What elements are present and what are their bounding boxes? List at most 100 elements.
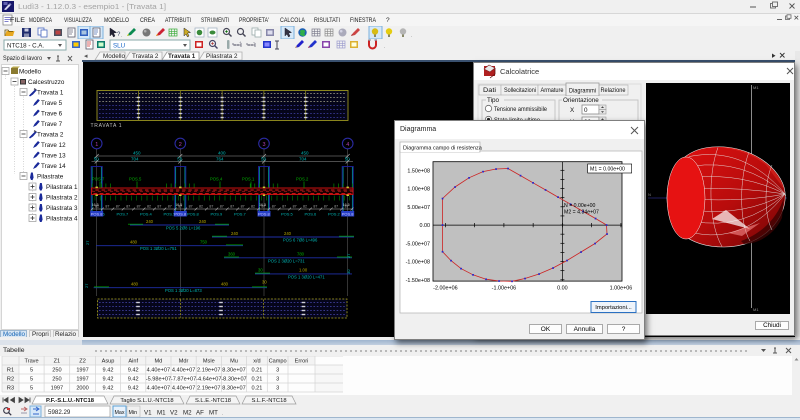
svg-text:5: 5 [30,386,33,392]
svg-text:S.L.E.-NTC18: S.L.E.-NTC18 [195,398,231,404]
svg-text:POS 5 2Ø8 L=196: POS 5 2Ø8 L=196 [166,226,201,231]
svg-text:27: 27 [346,253,351,258]
svg-text:3: 3 [276,386,279,392]
svg-text:240: 240 [231,231,239,236]
svg-text:-1.00e+08: -1.00e+08 [406,260,430,266]
svg-text:POS.2: POS.2 [328,212,341,217]
svg-text:87: 87 [324,205,328,209]
svg-text:87: 87 [105,205,109,209]
svg-text:30: 30 [346,269,351,274]
svg-text:Armature: Armature [541,87,564,94]
svg-text:50: 50 [345,156,351,161]
svg-text:POS.8: POS.8 [342,212,355,217]
svg-text:27: 27 [84,283,89,288]
svg-text:1.00: 1.00 [299,268,308,273]
svg-text:400: 400 [218,151,226,156]
svg-text:PROPRIETA': PROPRIETA' [239,17,269,24]
svg-text:N: N [648,192,651,197]
svg-text:Mdr: Mdr [179,359,189,365]
svg-text:3: 3 [276,377,279,383]
svg-text:5.00e+07: 5.00e+07 [407,205,430,211]
svg-text:87: 87 [189,205,193,209]
svg-text:POS 1 3Ø20 L=751: POS 1 3Ø20 L=751 [140,246,177,251]
svg-text:0.21: 0.21 [252,368,263,374]
svg-text:16,5: 16,5 [92,203,99,207]
svg-text:4: 4 [346,142,349,148]
svg-text:Ludì3 - 1.12.0.3 - esempio1 -: Ludì3 - 1.12.0.3 - esempio1 - [Travata 1… [18,4,166,11]
svg-text:82: 82 [251,205,255,209]
svg-text:4.40e+07: 4.40e+07 [172,368,196,374]
svg-text:M2: M2 [183,410,192,417]
svg-text:2.19e+07: 2.19e+07 [197,368,221,374]
svg-text:V2: V2 [170,410,178,417]
svg-text:Min: Min [129,410,138,416]
svg-text:+: + [239,40,242,45]
svg-text:87: 87 [220,205,224,209]
svg-text:1997: 1997 [76,368,88,374]
svg-text:-1.00e+06: -1.00e+06 [492,286,516,292]
svg-text:Trave: Trave [25,359,39,365]
svg-text:.: . [384,44,385,50]
svg-text:240: 240 [146,219,154,224]
svg-text:SLU: SLU [113,43,125,50]
svg-text:Dati: Dati [483,87,496,94]
svg-text:764: 764 [216,156,224,161]
svg-text:-4.64e+07: -4.64e+07 [196,377,221,383]
svg-text:16,5: 16,5 [343,203,350,207]
svg-text:8.30e+07: 8.30e+07 [222,386,246,392]
svg-text:3: 3 [263,142,266,148]
svg-text:-2.00e+06: -2.00e+06 [433,286,457,292]
svg-text:Md: Md [155,359,163,365]
svg-text:-8.30e+07: -8.30e+07 [221,377,246,383]
svg-text:M1 = 0.00e+00: M1 = 0.00e+00 [590,167,625,173]
svg-text:POS.1: POS.1 [242,177,255,182]
svg-text:POS.6: POS.6 [305,212,318,217]
svg-text:M1: M1 [753,85,759,90]
svg-text:-5.98e+07: -5.98e+07 [146,377,171,383]
svg-text:MODIFICA: MODIFICA [29,17,52,24]
svg-text:POS.7: POS.7 [234,212,247,217]
svg-text:POS.2: POS.2 [296,177,309,182]
svg-text:1: 1 [95,142,98,148]
svg-text:Diagrammi: Diagrammi [569,88,596,95]
svg-text:1.00e+08: 1.00e+08 [407,187,430,193]
svg-text:87: 87 [137,205,141,209]
svg-text:82: 82 [199,205,203,209]
svg-text:0.21: 0.21 [252,386,263,392]
svg-text:VISUALIZZA: VISUALIZZA [64,17,92,24]
svg-text:X: X [570,107,575,114]
svg-text:704: 704 [299,156,307,161]
svg-text:Diagramma campo di resistenza: Diagramma campo di resistenza [403,146,483,152]
svg-text:POS 6 7Ø8 L=496: POS 6 7Ø8 L=496 [283,238,318,243]
svg-text:250: 250 [52,368,61,374]
svg-text:780: 780 [297,252,305,257]
svg-text:87: 87 [157,205,161,209]
svg-text:Tensione ammissibile: Tensione ammissibile [494,106,547,113]
svg-text:POS.8: POS.8 [258,212,271,217]
svg-text:450: 450 [301,151,309,156]
svg-text:Mu: Mu [230,359,238,365]
svg-text:R2: R2 [7,377,14,383]
svg-text:POS.4: POS.4 [210,177,223,182]
svg-text:50: 50 [177,156,183,161]
svg-text:87: 87 [334,205,338,209]
svg-text:RISULTATI: RISULTATI [314,17,340,24]
svg-text:50: 50 [261,156,267,161]
svg-text:Msle: Msle [203,359,215,365]
svg-text:87: 87 [293,205,297,209]
svg-text:POS.8: POS.8 [91,212,104,217]
svg-text:Travata 1: Travata 1 [168,53,196,60]
svg-text:x/d: x/d [253,359,260,365]
svg-text:87: 87 [230,205,234,209]
svg-text:9.42: 9.42 [103,386,114,392]
svg-text:Errori: Errori [295,359,309,365]
svg-text:5982.29: 5982.29 [48,409,71,416]
svg-text:POS.5: POS.5 [281,212,294,217]
svg-text:NTC18 - C.A.: NTC18 - C.A. [7,43,44,50]
svg-text:R3: R3 [7,386,14,392]
svg-text:Asup: Asup [102,359,115,365]
svg-text:0: 0 [584,107,588,114]
svg-text:Calcolatrice: Calcolatrice [500,67,539,76]
svg-text:?: ? [386,17,390,24]
svg-text:360: 360 [228,252,236,257]
